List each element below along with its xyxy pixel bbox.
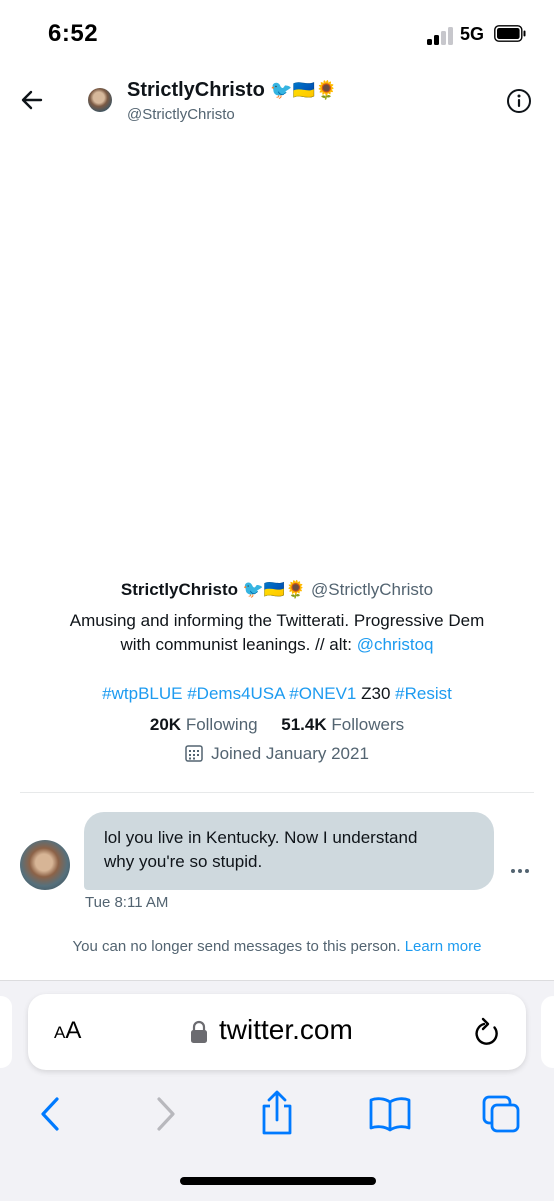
joined-date: Joined January 2021 — [0, 744, 554, 764]
profile-display-name: StrictlyChristo — [120, 580, 239, 599]
back-chevron-icon[interactable] — [30, 1094, 70, 1134]
forward-chevron-icon[interactable] — [146, 1094, 186, 1134]
followers-label: Followers — [331, 715, 405, 734]
profile-badges: 🐦🇺🇦🌻 — [242, 580, 307, 599]
hashtag-link[interactable]: #ONEV1 — [289, 684, 356, 703]
previous-tab-peek[interactable] — [0, 996, 12, 1068]
header-title[interactable]: StrictlyChristo 🐦🇺🇦🌻 — [127, 79, 338, 102]
followers-stat[interactable]: 51.4K Followers — [281, 715, 404, 734]
message-line-2: why you're so stupid. — [104, 852, 263, 871]
alt-account-link[interactable]: @christoq — [357, 635, 434, 654]
message-timestamp: Tue 8:11 AM — [85, 894, 169, 911]
hashtag-link[interactable]: #wtpBLUE — [102, 684, 182, 703]
sender-avatar[interactable] — [20, 840, 70, 890]
following-count: 20K — [149, 715, 182, 734]
bio-line-1: Amusing and informing the Twitterati. Pr… — [69, 611, 485, 630]
next-tab-peek[interactable] — [541, 996, 554, 1068]
lock-icon — [191, 1020, 207, 1043]
header-avatar[interactable] — [88, 88, 112, 112]
learn-more-link[interactable]: Learn more — [405, 938, 482, 955]
messaging-disabled-notice: You can no longer send messages to this … — [0, 938, 554, 955]
divider — [20, 792, 534, 793]
plain-tag: Z30 — [361, 684, 391, 703]
following-label: Following — [185, 715, 258, 734]
header-display-name: StrictlyChristo — [127, 79, 265, 101]
hashtag-line: #wtpBLUE #Dems4USA #ONEV1 Z30 #Resist — [0, 684, 554, 704]
reload-icon[interactable] — [472, 1016, 502, 1048]
info-icon[interactable] — [506, 88, 532, 114]
network-type: 5G — [460, 24, 485, 44]
share-icon[interactable] — [257, 1090, 297, 1136]
header-handle: @StrictlyChristo — [127, 106, 235, 123]
header-badges: 🐦🇺🇦🌻 — [270, 80, 338, 100]
cellular-signal-icon — [427, 25, 457, 45]
more-icon[interactable] — [508, 860, 532, 882]
status-time: 6:52 — [48, 20, 99, 47]
notice-text: You can no longer send messages to this … — [72, 938, 401, 955]
joined-text: Joined January 2021 — [211, 744, 369, 763]
following-stat[interactable]: 20K Following — [150, 715, 258, 734]
battery-icon — [494, 25, 526, 42]
calendar-icon — [185, 745, 203, 762]
profile-name-line[interactable]: StrictlyChristo 🐦🇺🇦🌻 @StrictlyChristo — [0, 580, 554, 600]
bookmarks-icon[interactable] — [368, 1094, 412, 1134]
text-size-small-a: A — [54, 1023, 66, 1042]
back-arrow-icon[interactable] — [18, 86, 46, 114]
hashtag-link[interactable]: #Resist — [395, 684, 452, 703]
followers-count: 51.4K — [281, 715, 327, 734]
message-line-1: lol you live in Kentucky. Now I understa… — [104, 828, 418, 847]
message-bubble[interactable]: lol you live in Kentucky. Now I understa… — [84, 812, 494, 890]
bio-line-2: with communist leanings. // alt: @christ… — [0, 635, 554, 655]
bio-text: with communist leanings. // alt: — [120, 635, 352, 654]
profile-handle: @StrictlyChristo — [311, 580, 434, 599]
home-indicator — [180, 1177, 376, 1185]
follow-stats: 20K Following 51.4K Followers — [0, 715, 554, 735]
tabs-icon[interactable] — [481, 1094, 521, 1134]
text-size-button[interactable]: AA — [54, 1017, 81, 1045]
url-text[interactable]: twitter.com — [219, 1014, 353, 1046]
hashtag-link[interactable]: #Dems4USA — [187, 684, 284, 703]
